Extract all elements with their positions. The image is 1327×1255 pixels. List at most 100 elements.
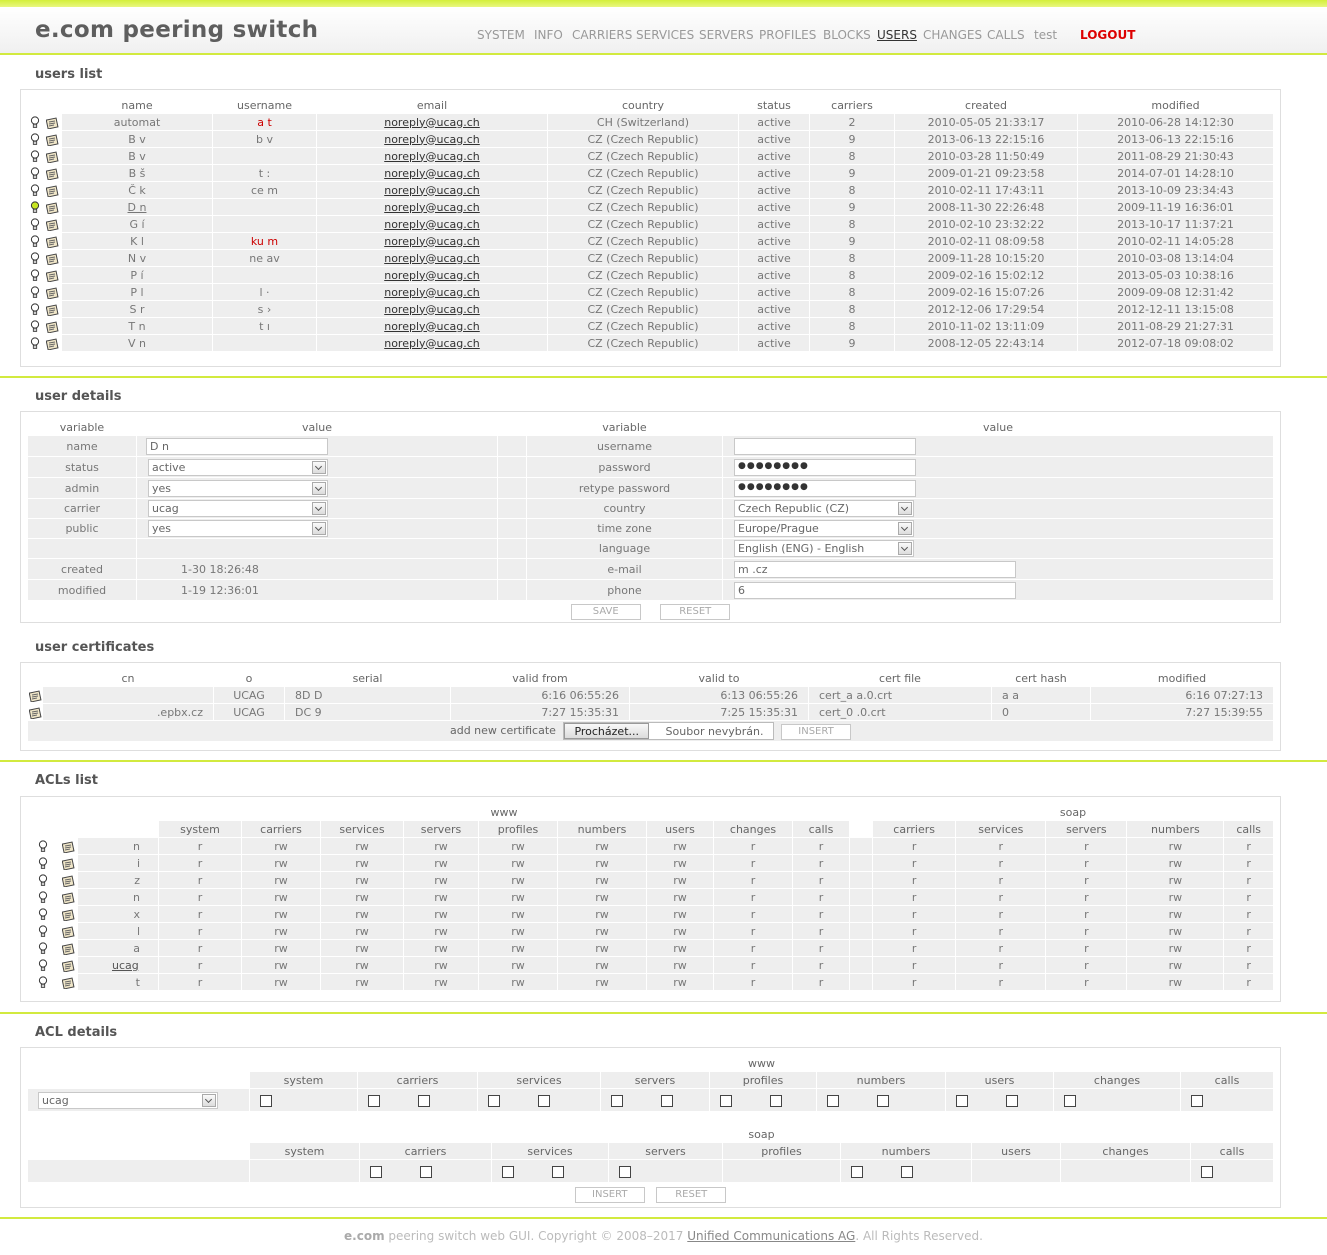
table-row[interactable]: S rs › noreply@ucag.ch CZ (Czech Republic)… <box>28 301 1273 317</box>
edit-note-icon-cell[interactable] <box>59 889 77 905</box>
save-button[interactable]: SAVE <box>570 604 641 620</box>
edit-note-icon[interactable] <box>61 959 75 972</box>
edit-note-icon[interactable] <box>61 976 75 989</box>
www-servers-read-checkbox[interactable] <box>611 1094 623 1107</box>
email-link[interactable]: noreply@ucag.ch <box>384 133 480 146</box>
email-link[interactable]: noreply@ucag.ch <box>384 235 480 248</box>
edit-note-icon[interactable] <box>61 874 75 887</box>
edit-note-icon-cell[interactable] <box>43 199 61 215</box>
public-select[interactable]: yes <box>148 520 328 537</box>
table-row[interactable]: P ll · noreply@ucag.ch CZ (Czech Republic)… <box>28 284 1273 300</box>
soap-numbers-read-checkbox[interactable] <box>851 1165 863 1178</box>
edit-note-icon-cell[interactable] <box>43 335 61 351</box>
lightbulb-icon[interactable] <box>30 337 40 350</box>
menu-profiles[interactable]: PROFILES <box>759 28 816 42</box>
lightbulb-icon[interactable] <box>38 874 48 887</box>
www-carriers-write-checkbox[interactable] <box>418 1094 430 1107</box>
menu-calls[interactable]: CALLS <box>987 28 1025 42</box>
browse-button[interactable]: Procházet... <box>564 723 649 739</box>
insert-certificate-button[interactable]: INSERT <box>781 724 851 740</box>
table-row[interactable]: t r rw rw rw rw rw rw r r r r r rw r <box>28 974 1273 990</box>
lightbulb-icon-cell[interactable] <box>28 335 42 351</box>
lightbulb-icon[interactable] <box>30 235 40 248</box>
www-services-read-checkbox[interactable] <box>488 1094 500 1107</box>
table-row[interactable]: K l ku m noreply@ucag.ch CZ (Czech Republic… <box>28 233 1273 249</box>
country-select[interactable]: Czech Republic (CZ) <box>734 500 914 517</box>
name-field[interactable]: D n <box>146 437 328 455</box>
edit-note-icon-cell[interactable] <box>59 838 77 854</box>
lightbulb-icon-cell[interactable] <box>28 250 42 266</box>
edit-note-icon[interactable] <box>45 150 59 163</box>
table-row[interactable]: n r rw rw rw rw rw rw r r r r r rw r <box>28 838 1273 854</box>
edit-note-icon-cell[interactable] <box>43 114 61 130</box>
email-link[interactable]: noreply@ucag.ch <box>384 286 480 299</box>
email-link[interactable]: noreply@ucag.ch <box>384 116 480 129</box>
menu-logout[interactable]: LOGOUT <box>1080 28 1135 42</box>
email-link[interactable]: noreply@ucag.ch <box>384 150 480 163</box>
table-row[interactable]: V n noreply@ucag.ch CZ (Czech Republic) act… <box>28 335 1273 351</box>
menu-info[interactable]: INFO <box>534 28 563 42</box>
edit-note-icon-cell[interactable] <box>43 301 61 317</box>
retype-password-field[interactable]: ●●●●●●●● <box>734 479 916 497</box>
table-row[interactable]: N v ne av noreply@ucag.ch CZ (Czech Republi… <box>28 250 1273 266</box>
lightbulb-icon-cell[interactable] <box>28 957 58 973</box>
email-link[interactable]: noreply@ucag.ch <box>384 303 480 316</box>
edit-note-icon[interactable] <box>45 286 59 299</box>
edit-note-icon-cell[interactable] <box>43 267 61 283</box>
lightbulb-icon-cell[interactable] <box>28 301 42 317</box>
edit-note-icon-cell[interactable] <box>43 250 61 266</box>
edit-note-icon[interactable] <box>45 235 59 248</box>
table-row[interactable]: z r rw rw rw rw rw rw r r r r r rw r <box>28 872 1273 888</box>
www-users-write-checkbox[interactable] <box>1006 1094 1018 1107</box>
edit-note-icon-cell[interactable] <box>43 318 61 334</box>
menu-system[interactable]: SYSTEM <box>477 28 525 42</box>
lightbulb-icon-cell[interactable] <box>28 131 42 147</box>
www-services-write-checkbox[interactable] <box>538 1094 550 1107</box>
lightbulb-icon-cell[interactable] <box>28 199 42 215</box>
phone-field[interactable]: 6 <box>734 581 1016 599</box>
lightbulb-icon-cell[interactable] <box>28 906 58 922</box>
edit-note-icon[interactable] <box>28 689 42 702</box>
edit-note-icon[interactable] <box>45 303 59 316</box>
www-calls-read-checkbox[interactable] <box>1191 1094 1203 1107</box>
table-row[interactable]: a r rw rw rw rw rw rw r r r r r rw r <box>28 940 1273 956</box>
email-link[interactable]: noreply@ucag.ch <box>384 218 480 231</box>
soap-carriers-write-checkbox[interactable] <box>420 1165 432 1178</box>
lightbulb-icon[interactable] <box>38 942 48 955</box>
lightbulb-icon-cell[interactable] <box>28 182 42 198</box>
lightbulb-icon-cell[interactable] <box>28 148 42 164</box>
edit-note-icon[interactable] <box>45 337 59 350</box>
edit-note-icon[interactable] <box>45 201 59 214</box>
lightbulb-icon[interactable] <box>38 857 48 870</box>
edit-note-icon-cell[interactable] <box>43 182 61 198</box>
password-field[interactable]: ●●●●●●●● <box>734 458 916 476</box>
email-link[interactable]: noreply@ucag.ch <box>384 184 480 197</box>
lightbulb-icon[interactable] <box>30 218 40 231</box>
www-profiles-read-checkbox[interactable] <box>720 1094 732 1107</box>
table-row[interactable]: G í noreply@ucag.ch CZ (Czech Republic) act… <box>28 216 1273 232</box>
acl-reset-button[interactable]: RESET <box>656 1187 727 1203</box>
www-profiles-write-checkbox[interactable] <box>770 1094 782 1107</box>
table-row[interactable]: UCAG 8D D 6:16 06:55:26 6:13 06:55:26 cert_a… <box>28 687 1273 703</box>
www-numbers-read-checkbox[interactable] <box>827 1094 839 1107</box>
email-link[interactable]: noreply@ucag.ch <box>384 201 480 214</box>
edit-note-icon[interactable] <box>61 942 75 955</box>
table-row[interactable]: .epbx.cz UCAG DC 9 7:27 15:35:31 7:25 15:35:… <box>28 704 1273 720</box>
table-row[interactable]: Č k ce m noreply@ucag.ch CZ (Czech Republic… <box>28 182 1273 198</box>
language-select[interactable]: English (ENG) - English <box>734 540 914 557</box>
email-link[interactable]: noreply@ucag.ch <box>384 252 480 265</box>
table-row[interactable]: B št : noreply@ucag.ch CZ (Czech Republic)… <box>28 165 1273 181</box>
table-row[interactable]: x r rw rw rw rw rw rw r r r r r rw r <box>28 906 1273 922</box>
edit-note-icon-cell[interactable] <box>43 216 61 232</box>
www-carriers-read-checkbox[interactable] <box>368 1094 380 1107</box>
acl-carrier-select[interactable]: ucag <box>38 1091 218 1109</box>
admin-select[interactable]: yes <box>148 479 328 497</box>
edit-note-icon[interactable] <box>45 184 59 197</box>
lightbulb-icon[interactable] <box>30 133 40 146</box>
lightbulb-icon-cell[interactable] <box>28 233 42 249</box>
lightbulb-icon-cell[interactable] <box>28 114 42 130</box>
edit-note-icon[interactable] <box>45 133 59 146</box>
edit-note-icon[interactable] <box>45 269 59 282</box>
timezone-select[interactable]: Europe/Prague <box>734 520 914 537</box>
edit-note-icon[interactable] <box>61 925 75 938</box>
